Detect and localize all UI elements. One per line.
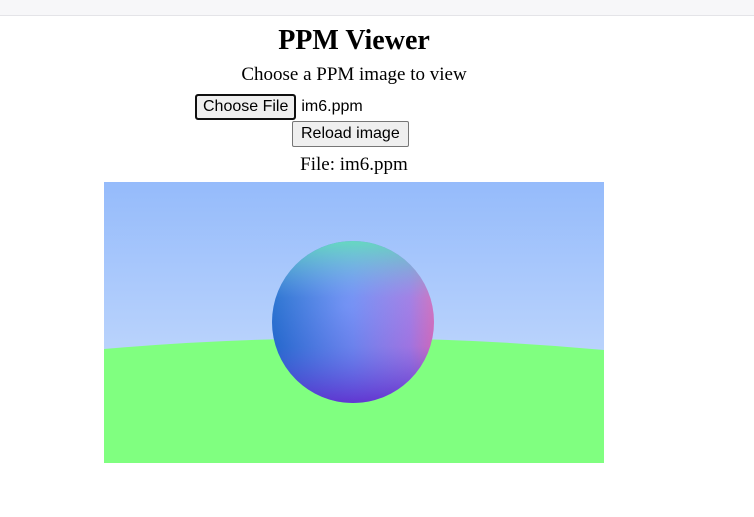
page-subtitle: Choose a PPM image to view: [241, 64, 467, 85]
file-input: Choose File im6.ppm: [194, 94, 363, 120]
reload-container: Reload image: [292, 121, 409, 147]
choose-file-button[interactable]: Choose File: [194, 94, 297, 120]
ppm-image-canvas: [104, 182, 604, 463]
browser-top-bar: [0, 0, 754, 16]
selected-file-name: im6.ppm: [301, 98, 363, 115]
sphere: [272, 241, 434, 403]
file-info-label: File: im6.ppm: [300, 154, 408, 175]
reload-image-button[interactable]: Reload image: [292, 121, 409, 147]
page-title: PPM Viewer: [278, 25, 430, 56]
